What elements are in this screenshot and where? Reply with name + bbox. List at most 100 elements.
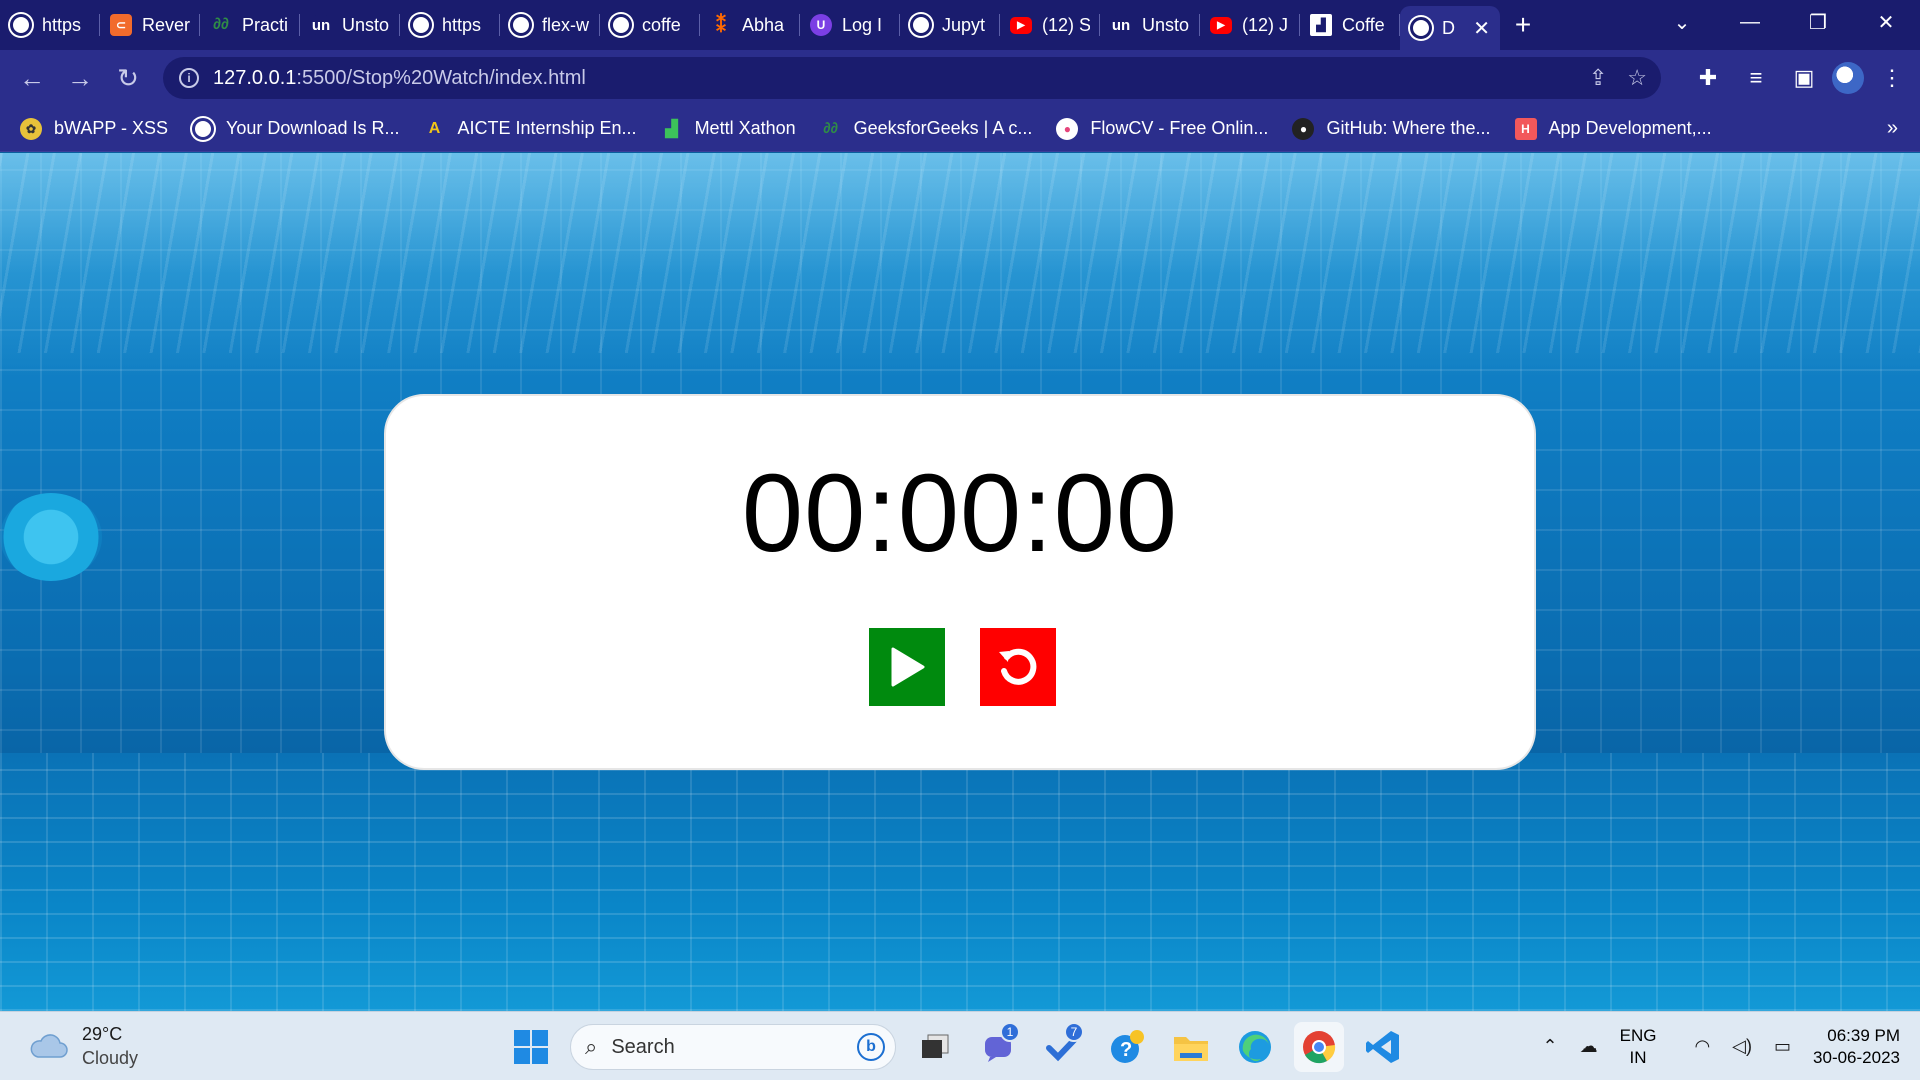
bee-icon: ✿ xyxy=(20,117,42,140)
reset-icon xyxy=(999,648,1037,685)
bookmark-star-icon[interactable]: ☆ xyxy=(1627,65,1647,91)
url-path: :5500/Stop%20Watch/index.html xyxy=(296,66,586,89)
clock-date: 30-06-2023 xyxy=(1813,1047,1900,1067)
youtube-icon: ▶ xyxy=(1210,16,1232,34)
cloud-icon xyxy=(30,1034,68,1058)
tab-search-icon[interactable]: ⌄ xyxy=(1648,0,1716,44)
tab-label: Practi xyxy=(242,14,289,35)
tab-label: https xyxy=(42,14,82,35)
todo-button[interactable]: 7 xyxy=(1038,1022,1088,1072)
globe-icon xyxy=(1410,17,1432,39)
aicte-icon: A xyxy=(428,119,441,137)
battery-icon[interactable]: ▭ xyxy=(1774,1036,1791,1057)
close-tab-icon[interactable]: ✕ xyxy=(1473,16,1490,41)
share-icon[interactable]: ⇪ xyxy=(1589,65,1607,91)
browser-tab[interactable]: ▟ Coffe xyxy=(1300,0,1400,50)
weather-condition: Cloudy xyxy=(82,1048,139,1068)
get-help-button[interactable]: ? xyxy=(1102,1022,1152,1072)
back-button[interactable]: ← xyxy=(8,54,56,102)
start-button[interactable] xyxy=(506,1022,556,1072)
browser-tab[interactable]: ∂∂ Practi xyxy=(200,0,300,50)
coffee-icon: ▟ xyxy=(1310,14,1332,36)
task-view-icon xyxy=(922,1034,949,1058)
bookmark-label: Your Download Is R... xyxy=(226,118,400,138)
flowcv-icon: ● xyxy=(1056,117,1079,140)
address-bar[interactable]: i 127.0.0.1 :5500/Stop%20Watch/index.htm… xyxy=(163,57,1661,99)
tab-label: Unsto xyxy=(342,14,390,35)
toolbar-right: ✚ ≡ ▣ ⋮ xyxy=(1688,56,1912,100)
media-control-icon[interactable]: ≡ xyxy=(1736,56,1776,100)
start-button[interactable] xyxy=(869,628,945,706)
pool-floor-background xyxy=(0,753,1920,1011)
omnibox-actions: ⇪ ☆ xyxy=(1589,65,1647,91)
browser-tab[interactable]: un Unsto xyxy=(1100,0,1200,50)
tab-label: (12) J xyxy=(1242,14,1289,35)
bookmark-item[interactable]: ▟ Mettl Xathon xyxy=(661,118,796,140)
browser-tab[interactable]: coffe xyxy=(600,0,700,50)
clock-time: 06:39 PM xyxy=(1827,1025,1900,1045)
extensions-icon[interactable]: ✚ xyxy=(1688,56,1728,100)
stopwatch-display: 00:00:00 xyxy=(741,452,1179,575)
file-explorer-button[interactable] xyxy=(1166,1022,1216,1072)
browser-tab[interactable]: un Unsto xyxy=(300,0,400,50)
browser-tab[interactable]: https xyxy=(0,0,100,50)
stopwatch-card: 00:00:00 xyxy=(384,394,1536,770)
browser-tab[interactable]: https xyxy=(400,0,500,50)
help-icon: ? xyxy=(1111,1030,1144,1063)
new-tab-button[interactable]: + xyxy=(1500,9,1546,41)
wifi-icon[interactable]: ◠ xyxy=(1694,1036,1710,1057)
bookmark-item[interactable]: ∂∂ GeeksforGeeks | A c... xyxy=(820,118,1032,140)
bookmark-item[interactable]: ● GitHub: Where the... xyxy=(1292,117,1491,140)
globe-icon xyxy=(10,14,32,36)
site-info-icon[interactable]: i xyxy=(179,68,199,88)
bing-icon[interactable]: b xyxy=(857,1033,885,1061)
bookmark-item[interactable]: ● FlowCV - Free Onlin... xyxy=(1056,117,1268,140)
browser-tab[interactable]: ⁑ Abha xyxy=(700,0,800,50)
tab-label: Unsto xyxy=(1142,14,1190,35)
close-window-icon[interactable]: ✕ xyxy=(1852,0,1920,44)
globe-icon xyxy=(192,117,215,140)
mettl-icon: ▟ xyxy=(665,120,678,138)
bookmark-item[interactable]: H App Development,... xyxy=(1514,117,1712,140)
edge-button[interactable] xyxy=(1230,1022,1280,1072)
bookmark-label: Mettl Xathon xyxy=(694,118,796,138)
task-view-button[interactable] xyxy=(910,1022,960,1072)
browser-tab[interactable]: Jupyt xyxy=(900,0,1000,50)
menu-kebab-icon[interactable]: ⋮ xyxy=(1872,56,1912,100)
abha-icon: ⁑ xyxy=(716,14,726,37)
vscode-button[interactable] xyxy=(1358,1022,1408,1072)
browser-tab-active[interactable]: D ✕ xyxy=(1400,6,1500,50)
bookmark-item[interactable]: A AICTE Internship En... xyxy=(423,118,637,140)
side-panel-icon[interactable]: ▣ xyxy=(1784,56,1824,100)
minimize-icon[interactable]: — xyxy=(1716,0,1784,44)
bookmarks-overflow-button[interactable]: » xyxy=(1887,117,1898,140)
window-controls: ⌄ — ❐ ✕ xyxy=(1648,0,1920,44)
browser-tab[interactable]: U Log I xyxy=(800,0,900,50)
browser-tab[interactable]: ⊂ Rever xyxy=(100,0,200,50)
profile-avatar[interactable] xyxy=(1832,62,1864,94)
address-toolbar: ← → ↻ i 127.0.0.1 :5500/Stop%20Watch/ind… xyxy=(0,50,1920,106)
language-indicator[interactable]: ENG IN xyxy=(1620,1025,1657,1069)
reload-button[interactable]: ↻ xyxy=(104,54,152,102)
restore-icon[interactable]: ❐ xyxy=(1784,0,1852,44)
h-icon: H xyxy=(1514,117,1537,140)
taskbar-apps: ⌕ Search b 1 7 ? xyxy=(506,1022,1408,1072)
bookmark-item[interactable]: Your Download Is R... xyxy=(192,117,400,140)
onedrive-cloud-icon[interactable]: ☁ xyxy=(1580,1036,1598,1057)
volume-icon[interactable]: ◁) xyxy=(1732,1036,1752,1057)
bookmark-item[interactable]: ✿ bWAPP - XSS xyxy=(20,117,169,140)
taskbar-search-input[interactable]: ⌕ Search b xyxy=(570,1024,896,1070)
chrome-button[interactable] xyxy=(1294,1022,1344,1072)
weather-widget[interactable]: 29°C Cloudy xyxy=(28,1022,138,1070)
browser-tab[interactable]: ▶ (12) J xyxy=(1200,0,1300,50)
clock[interactable]: 06:39 PM 30-06-2023 xyxy=(1813,1025,1900,1069)
bookmark-label: bWAPP - XSS xyxy=(54,118,169,138)
reset-button[interactable] xyxy=(980,628,1056,706)
browser-tab[interactable]: ▶ (12) S xyxy=(1000,0,1100,50)
forward-button[interactable]: → xyxy=(56,54,104,102)
show-hidden-icons-chevron-icon[interactable]: ⌃ xyxy=(1543,1036,1558,1057)
browser-tab[interactable]: flex-w xyxy=(500,0,600,50)
teams-chat-button[interactable]: 1 xyxy=(974,1022,1024,1072)
gfg-icon: ∂∂ xyxy=(823,120,839,137)
search-icon: ⌕ xyxy=(585,1034,598,1059)
